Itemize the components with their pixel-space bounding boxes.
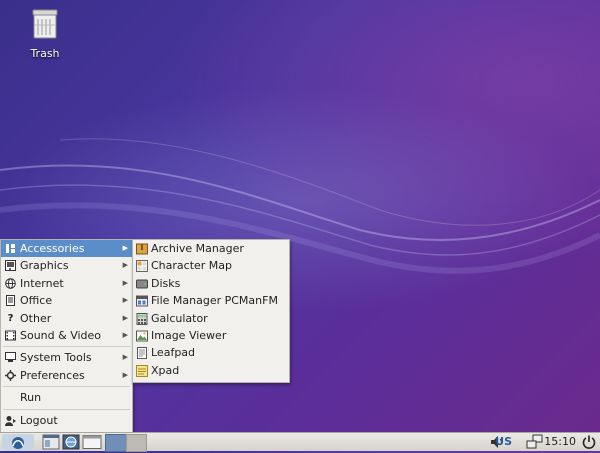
menu-item-sound-video[interactable]: Sound & Video ▶ <box>1 327 132 344</box>
network-indicator[interactable] <box>526 434 544 450</box>
taskbar: US 15:10 <box>0 432 600 452</box>
chevron-right-icon: ▶ <box>122 296 128 305</box>
menu-separator <box>3 346 130 348</box>
globe-icon <box>62 434 80 450</box>
file-manager-icon <box>42 434 60 450</box>
menu-item-file-manager[interactable]: File Manager PCManFM <box>133 292 289 309</box>
trash-icon <box>32 9 58 39</box>
internet-icon <box>5 277 16 289</box>
chevron-right-icon: ▶ <box>122 370 128 379</box>
file-manager-icon <box>136 295 148 307</box>
xpad-icon <box>136 364 148 377</box>
chevron-right-icon: ▶ <box>122 244 128 252</box>
office-icon <box>5 295 16 307</box>
calculator-icon <box>136 312 148 325</box>
archive-manager-icon <box>136 243 148 255</box>
menu-item-preferences[interactable]: Preferences ▶ <box>1 367 132 384</box>
leafpad-icon <box>136 347 147 360</box>
menu-item-graphics[interactable]: Graphics ▶ <box>1 257 132 274</box>
clock[interactable]: 15:10 <box>544 433 576 449</box>
trash-label: Trash <box>30 47 60 60</box>
sound-video-icon <box>5 330 16 341</box>
image-viewer-icon <box>136 330 148 342</box>
shutdown-button[interactable] <box>581 434 597 450</box>
power-icon <box>582 435 596 449</box>
web-browser-launcher[interactable] <box>62 434 80 450</box>
menu-item-leafpad[interactable]: Leafpad <box>133 344 289 361</box>
network-icon <box>526 434 543 449</box>
menu-item-office[interactable]: Office ▶ <box>1 292 132 309</box>
chevron-right-icon: ▶ <box>122 278 128 287</box>
graphics-icon <box>5 260 16 272</box>
chevron-right-icon: ▶ <box>122 261 128 270</box>
character-map-icon <box>136 260 148 273</box>
menu-item-character-map[interactable]: Character Map <box>133 257 289 274</box>
accessories-icon <box>5 243 16 254</box>
chevron-right-icon: ▶ <box>122 330 128 339</box>
menu-separator <box>3 386 130 388</box>
menu-item-other[interactable]: ? Other ▶ <box>1 310 132 327</box>
menu-item-disks[interactable]: Disks <box>133 275 289 292</box>
start-menu-button[interactable] <box>2 434 34 450</box>
menu-item-system-tools[interactable]: System Tools ▶ <box>1 349 132 366</box>
lubuntu-logo-icon <box>2 434 34 450</box>
workspace-1[interactable] <box>105 434 127 452</box>
menu-item-internet[interactable]: Internet ▶ <box>1 275 132 292</box>
menu-separator <box>3 408 130 410</box>
workspace-2[interactable] <box>126 434 147 452</box>
other-icon: ? <box>7 312 14 324</box>
application-menu: Accessories ▶ Graphics ▶ Internet ▶ Offi… <box>0 239 133 434</box>
preferences-icon <box>5 369 16 381</box>
accessories-submenu: Archive Manager Character Map Disks File… <box>132 239 290 383</box>
menu-item-archive-manager[interactable]: Archive Manager <box>133 240 289 257</box>
menu-item-accessories[interactable]: Accessories ▶ <box>1 240 132 258</box>
chevron-right-icon: ▶ <box>122 353 128 362</box>
menu-item-xpad[interactable]: Xpad <box>133 362 289 379</box>
window-icon <box>82 435 102 449</box>
menu-item-run[interactable]: Run <box>1 389 132 406</box>
disks-icon <box>136 278 148 289</box>
logout-icon <box>5 415 16 426</box>
menu-item-galculator[interactable]: Galculator <box>133 310 289 327</box>
desktop-trash[interactable]: Trash <box>22 8 68 60</box>
chevron-right-icon: ▶ <box>122 313 128 322</box>
menu-item-logout[interactable]: Logout <box>1 412 132 429</box>
keyboard-layout-indicator[interactable]: US <box>495 433 512 449</box>
system-tools-icon <box>5 352 16 363</box>
show-desktop-button[interactable] <box>82 434 102 450</box>
file-manager-launcher[interactable] <box>42 434 60 450</box>
menu-item-image-viewer[interactable]: Image Viewer <box>133 327 289 344</box>
